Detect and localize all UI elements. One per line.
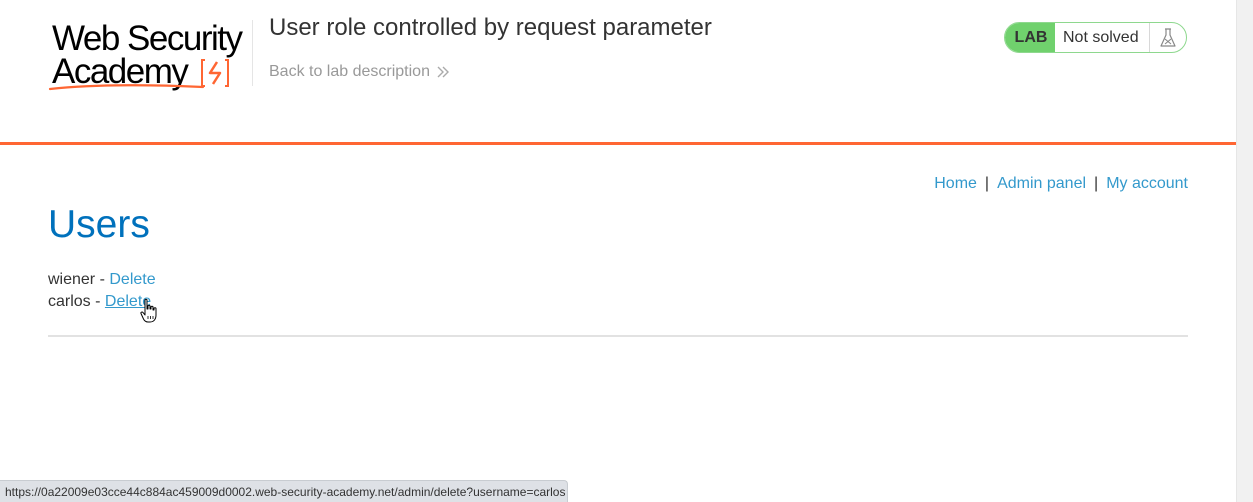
nav-home-link[interactable]: Home — [934, 175, 977, 192]
nav-my-account-link[interactable]: My account — [1106, 175, 1188, 192]
nav-admin-panel-link[interactable]: Admin panel — [997, 175, 1086, 192]
user-row-wiener: wiener - Delete — [48, 269, 156, 291]
flask-icon — [1150, 23, 1186, 52]
username: wiener — [48, 271, 96, 288]
lab-status-badge: LAB Not solved — [1004, 22, 1187, 53]
username: carlos — [48, 293, 91, 310]
lab-badge-status: Not solved — [1055, 23, 1150, 52]
vertical-scrollbar[interactable] — [1236, 0, 1253, 502]
browser-status-bar-url: https://0a22009e03cce44c884ac459009d0002… — [0, 480, 568, 502]
user-separator: - — [95, 293, 101, 310]
nav-separator: | — [1094, 175, 1099, 192]
back-link-label: Back to lab description — [269, 63, 430, 80]
back-to-lab-description-link[interactable]: Back to lab description — [269, 63, 450, 81]
logo-underline-swoosh — [48, 84, 205, 91]
page-title: Users — [48, 203, 150, 246]
header-divider — [252, 20, 253, 86]
lab-title: User role controlled by request paramete… — [269, 14, 712, 41]
delete-wiener-link[interactable]: Delete — [109, 271, 155, 288]
top-nav: Home | Admin panel | My account — [934, 175, 1188, 193]
web-security-academy-logo[interactable]: Web Security Academy — [48, 18, 252, 94]
nav-separator: | — [984, 175, 990, 192]
content-divider — [48, 335, 1188, 337]
lab-badge-label: LAB — [1005, 23, 1055, 52]
user-separator: - — [99, 271, 105, 288]
hand-pointer-cursor-icon — [140, 298, 157, 323]
double-chevron-right-icon — [437, 66, 449, 78]
lab-header: Web Security Academy User role controlle… — [0, 0, 1236, 145]
